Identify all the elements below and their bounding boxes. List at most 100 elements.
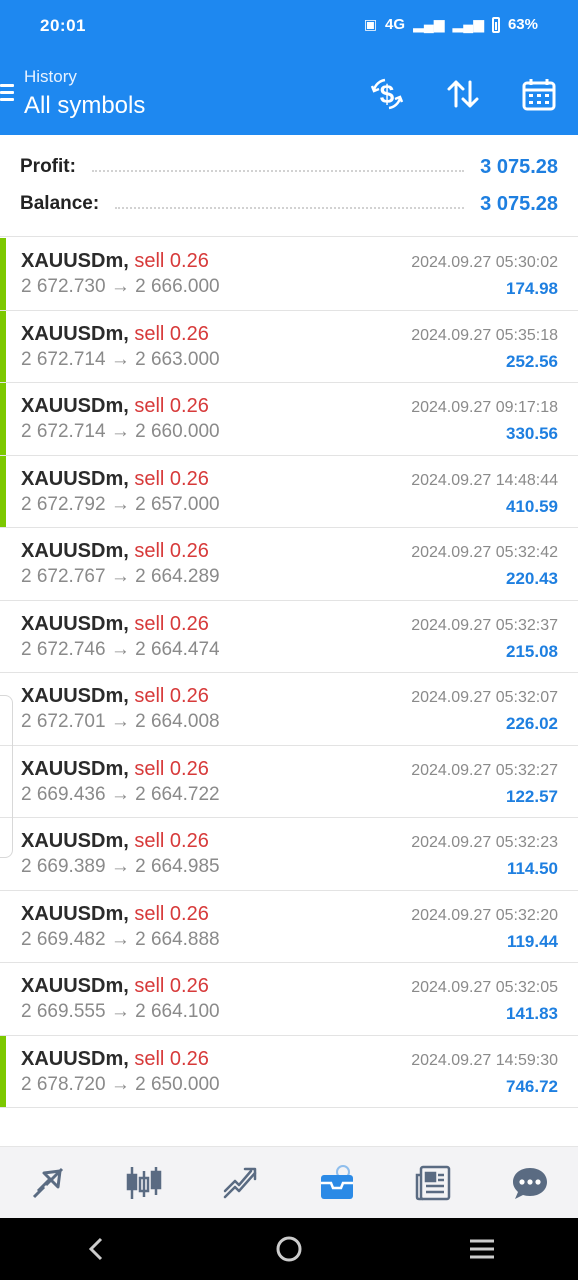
arrow-icon: → [110, 421, 130, 442]
home-icon[interactable] [259, 1224, 319, 1274]
open-price: 2 672.714 [21, 421, 106, 442]
quotes-icon[interactable] [0, 1147, 96, 1219]
trade-profit: 410.59 [506, 496, 558, 516]
close-price: 2 663.000 [135, 348, 220, 370]
trade-row[interactable]: XAUUSDm, sell 0.26 2 672.730 → 2 666.000 2… [0, 238, 578, 311]
symbol-name: XAUUSDm, [21, 612, 129, 635]
trade-profit: 215.08 [506, 641, 558, 661]
trade-prices: 2 669.389 → 2 664.985 [21, 856, 220, 878]
bottom-nav [0, 1146, 578, 1218]
trade-action: sell 0.26 [134, 322, 209, 345]
trade-symbol: XAUUSDm, sell 0.26 [21, 1048, 209, 1071]
trade-row[interactable]: XAUUSDm, sell 0.26 2 669.436 → 2 664.722 2… [0, 746, 578, 818]
back-icon[interactable] [66, 1224, 126, 1274]
symbol-name: XAUUSDm, [21, 757, 129, 780]
recents-icon[interactable] [452, 1224, 512, 1274]
trade-row[interactable]: XAUUSDm, sell 0.26 2 669.555 → 2 664.100 2… [0, 963, 578, 1036]
trade-action: sell 0.26 [134, 975, 209, 997]
trade-symbol: XAUUSDm, sell 0.26 [21, 758, 209, 781]
profit-value: 3 075.28 [480, 155, 558, 178]
trade-datetime: 2024.09.27 05:32:42 [411, 544, 558, 561]
trade-row[interactable]: XAUUSDm, sell 0.26 2 672.714 → 2 660.000 2… [0, 383, 578, 456]
trade-row[interactable]: XAUUSDm, sell 0.26 2 672.701 → 2 664.008 2… [0, 673, 578, 746]
open-price: 2 669.389 [21, 856, 106, 877]
closed-marker [0, 383, 6, 455]
arrow-icon: → [110, 783, 130, 805]
trade-action: sell 0.26 [134, 467, 209, 490]
trade-icon[interactable] [193, 1147, 289, 1219]
open-price: 2 672.701 [21, 711, 106, 732]
trade-datetime: 2024.09.27 05:30:02 [411, 254, 558, 271]
trade-symbol: XAUUSDm, sell 0.26 [21, 323, 209, 346]
trade-row[interactable]: XAUUSDm, sell 0.26 2 672.767 → 2 664.289 2… [0, 528, 578, 601]
open-price: 2 669.482 [21, 928, 106, 950]
page-title[interactable]: All symbols [24, 92, 145, 120]
trade-list: XAUUSDm, sell 0.26 2 672.730 → 2 666.000 2… [0, 238, 578, 1108]
trade-datetime: 2024.09.27 05:32:07 [411, 689, 558, 706]
dotted-leader [91, 170, 465, 172]
trade-symbol: XAUUSDm, sell 0.26 [21, 975, 209, 998]
trade-action: sell 0.26 [134, 395, 209, 417]
trade-prices: 2 672.792 → 2 657.000 [21, 494, 220, 516]
trade-profit: 119.44 [506, 931, 558, 951]
open-price: 2 672.792 [21, 493, 106, 515]
close-price: 2 666.000 [135, 276, 220, 297]
sort-icon[interactable] [441, 72, 485, 116]
app-root: 20:01 ▣ 4G ▂▄▆ ▂▄▆ 63% History All symbo… [0, 0, 578, 1280]
trade-symbol: XAUUSDm, sell 0.26 [21, 830, 209, 853]
arrow-icon: → [110, 566, 130, 587]
symbol-name: XAUUSDm, [21, 540, 129, 562]
trade-action: sell 0.26 [134, 1047, 209, 1070]
trade-action: sell 0.26 [134, 250, 209, 272]
trade-row[interactable]: XAUUSDm, sell 0.26 2 678.720 → 2 650.000 2… [0, 1035, 578, 1108]
trade-profit: 746.72 [506, 1076, 558, 1096]
trade-datetime: 2024.09.27 14:59:30 [411, 1051, 558, 1069]
close-price: 2 650.000 [135, 1073, 220, 1095]
open-price: 2 672.746 [21, 638, 106, 660]
dotted-leader [115, 207, 465, 209]
open-price: 2 678.720 [21, 1073, 106, 1095]
news-icon[interactable] [385, 1147, 481, 1219]
trade-prices: 2 669.436 → 2 664.722 [21, 784, 220, 806]
balance-row: Balance: 3 075.28 [20, 189, 558, 219]
trade-prices: 2 672.714 → 2 663.000 [21, 349, 220, 371]
trade-datetime: 2024.09.27 05:32:20 [411, 906, 558, 924]
history-icon[interactable] [289, 1147, 385, 1219]
close-price: 2 664.289 [135, 566, 220, 587]
open-price: 2 672.730 [21, 276, 106, 297]
summary-panel: Profit: 3 075.28 Balance: 3 075.28 [0, 135, 578, 237]
closed-marker [0, 455, 6, 527]
header-subtitle: History [24, 67, 77, 86]
close-price: 2 664.722 [135, 783, 220, 805]
trade-prices: 2 669.555 → 2 664.100 [21, 1001, 220, 1023]
trade-row[interactable]: XAUUSDm, sell 0.26 2 672.792 → 2 657.000 2… [0, 455, 578, 528]
system-nav [0, 1218, 578, 1280]
trade-symbol: XAUUSDm, sell 0.26 [21, 250, 209, 273]
status-icons: ▣ 4G ▂▄▆ ▂▄▆ 63% [364, 16, 538, 33]
symbol-name: XAUUSDm, [21, 1047, 129, 1070]
chat-icon[interactable] [482, 1147, 578, 1219]
profit-label: Profit: [20, 156, 76, 177]
trade-row[interactable]: XAUUSDm, sell 0.26 2 672.714 → 2 663.000 2… [0, 310, 578, 383]
calendar-icon[interactable] [517, 72, 561, 116]
trade-row[interactable]: XAUUSDm, sell 0.26 2 669.389 → 2 664.985 2… [0, 818, 578, 891]
deposit-icon[interactable]: $ [365, 72, 409, 116]
close-price: 2 660.000 [135, 421, 220, 442]
trade-row[interactable]: XAUUSDm, sell 0.26 2 672.746 → 2 664.474 2… [0, 601, 578, 673]
arrow-icon: → [110, 1073, 130, 1095]
open-price: 2 672.767 [21, 566, 106, 587]
symbol-name: XAUUSDm, [21, 322, 129, 345]
trade-prices: 2 672.730 → 2 666.000 [21, 276, 220, 298]
trade-symbol: XAUUSDm, sell 0.26 [21, 613, 209, 636]
arrow-icon: → [110, 856, 130, 877]
trade-profit: 174.98 [506, 279, 558, 298]
trade-row[interactable]: XAUUSDm, sell 0.26 2 669.482 → 2 664.888 2… [0, 891, 578, 963]
close-price: 2 657.000 [135, 493, 220, 515]
menu-icon[interactable] [0, 84, 16, 102]
close-price: 2 664.008 [135, 711, 220, 732]
chart-icon[interactable] [96, 1147, 192, 1219]
symbol-name: XAUUSDm, [21, 902, 129, 925]
scroll-indicator[interactable] [0, 695, 13, 858]
close-price: 2 664.888 [135, 928, 220, 950]
signal-icon-2: ▂▄▆ [452, 16, 484, 32]
